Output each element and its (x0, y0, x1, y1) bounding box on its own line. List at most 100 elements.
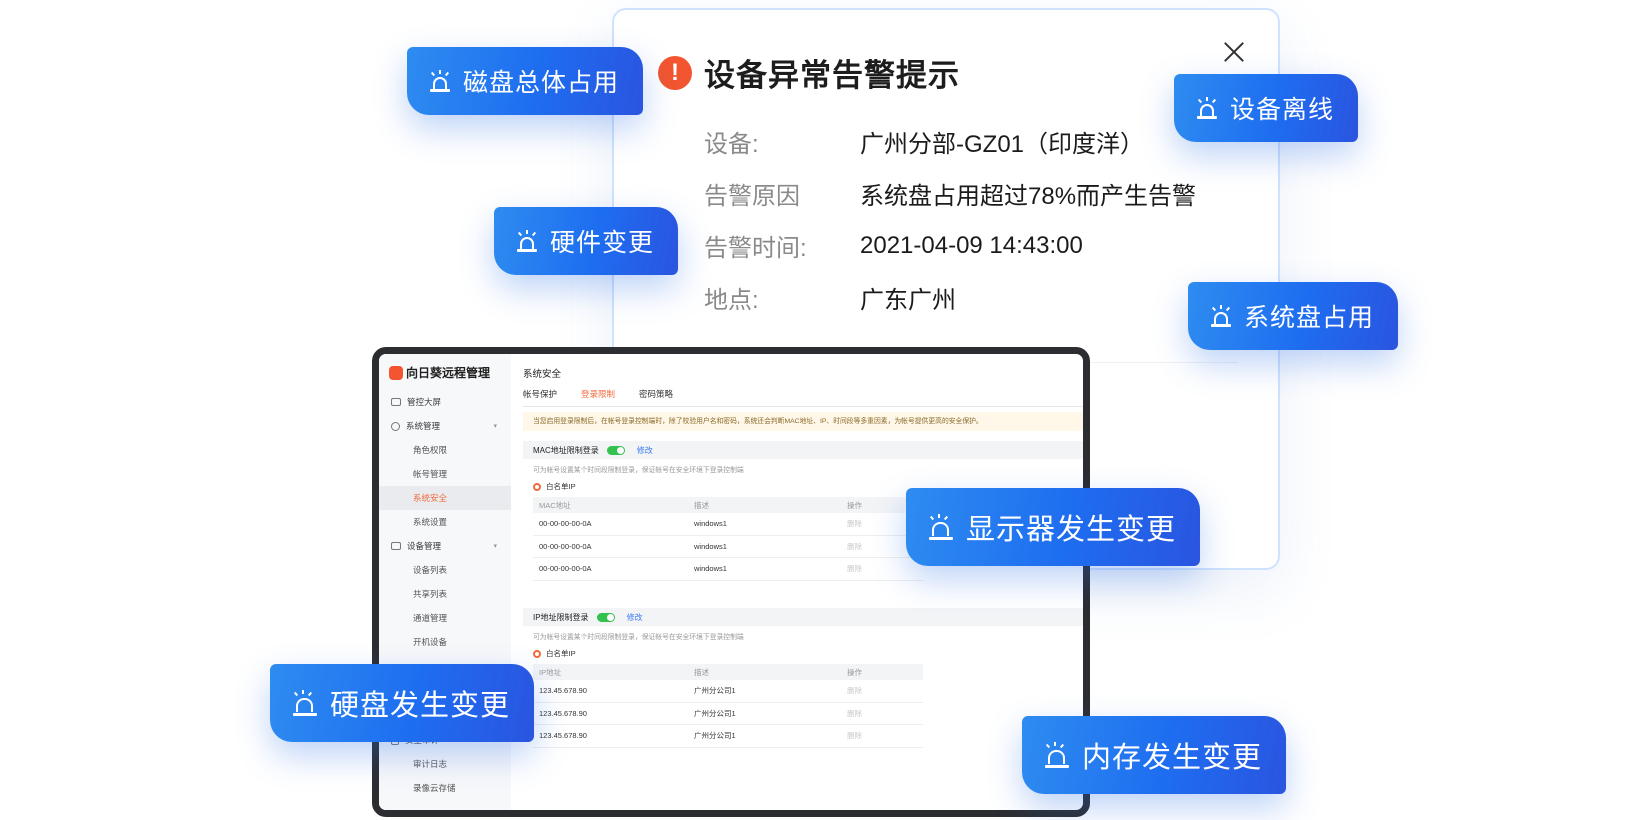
sidebar-item-cloud-recording[interactable]: 录像云存储 (379, 776, 511, 800)
main-content: 系统安全 帐号保护 登录限制 密码策略 当您启用登录限制后，在帐号登录控制端时，… (511, 354, 1083, 810)
sidebar-item-system[interactable]: 系统管理 ▾ (379, 414, 511, 438)
cell-ip: 123.45.678.90 (539, 686, 587, 696)
alarm-light-icon (1044, 742, 1070, 768)
tag-label: 内存发生变更 (1082, 742, 1263, 774)
delete-link[interactable]: 删除 (847, 563, 917, 574)
reason-value: 系统盘占用超过78%而产生告警 (860, 183, 1197, 210)
table-row: 123.45.678.90 广州分公司1 删除 (533, 725, 923, 748)
tag-hardware-change: 硬件变更 (494, 207, 679, 275)
cell-mac: 00-00-00-00-0A (539, 541, 592, 551)
sidebar-item-share-list[interactable]: 共享列表 (379, 582, 511, 606)
ip-section-desc: 可为帐号设置某个时间段限制登录，保证帐号在安全环境下登录控制端 (533, 634, 744, 641)
sidebar-item-label: 录像云存储 (413, 783, 456, 793)
tab-login-restriction[interactable]: 登录限制 (581, 388, 616, 407)
tab-account-protection[interactable]: 帐号保护 (523, 388, 557, 407)
alarm-light-icon (1210, 305, 1232, 327)
table-row: 123.45.678.90 广州分公司1 删除 (533, 703, 923, 725)
computer-icon (391, 542, 401, 550)
mac-edit-link[interactable]: 修改 (637, 445, 653, 456)
laptop-screen: 向日葵远程管理 管控大屏 系统管理 ▾ 角色权限 帐号管理 系统安全 系统设置 设… (372, 347, 1090, 817)
ip-whitelist-option[interactable]: 白名单IP (533, 648, 576, 659)
tabs-divider (523, 406, 1083, 407)
sidebar-item-label: 通道管理 (413, 613, 448, 623)
column-header: IP地址 (539, 667, 562, 677)
tag-label: 设备离线 (1230, 96, 1335, 124)
cell-desc: windows1 (694, 519, 727, 529)
cell-desc: 广州分公司1 (694, 686, 736, 696)
delete-link[interactable]: 删除 (847, 730, 917, 741)
gear-icon (391, 421, 400, 431)
tag-system-disk: 系统盘占用 (1188, 282, 1399, 350)
cell-desc: windows1 (694, 564, 727, 574)
tag-label: 磁盘总体占用 (463, 69, 620, 97)
device-row: 设备: 广州分部-GZ01（印度洋） (704, 124, 1144, 159)
tag-label: 系统盘占用 (1244, 304, 1375, 332)
mac-restriction-toggle[interactable] (606, 445, 625, 455)
mac-whitelist-option[interactable]: 白名单IP (533, 481, 576, 492)
sidebar-item-devices[interactable]: 设备管理 ▾ (379, 534, 511, 558)
table-header: MAC地址 描述 操作 (533, 497, 923, 513)
radio-label: 白名单IP (546, 649, 576, 658)
tab-password-policy[interactable]: 密码策略 (639, 388, 673, 407)
mac-section-header: MAC地址限制登录 修改 (523, 441, 1083, 459)
sidebar-item-label: 帐号管理 (413, 469, 448, 479)
sidebar-item-label: 管控大屏 (407, 397, 442, 407)
ip-edit-link[interactable]: 修改 (627, 612, 643, 623)
chevron-down-icon: ▾ (493, 423, 497, 430)
time-row: 告警时间: 2021-04-09 14:43:00 (704, 228, 1083, 263)
sidebar-item-label: 共享列表 (413, 589, 448, 599)
alarm-light-icon (516, 230, 538, 252)
sidebar-item-boot-devices[interactable]: 开机设备 (379, 630, 511, 654)
table-row: 00-00-00-00-0A windows1 删除 (533, 536, 923, 558)
delete-link[interactable]: 删除 (847, 708, 917, 719)
cell-ip: 123.45.678.90 (539, 731, 587, 741)
time-label: 告警时间: (704, 235, 807, 262)
alarm-light-icon (928, 514, 954, 540)
sidebar-item-label: 开机设备 (413, 637, 448, 647)
radio-icon[interactable] (533, 482, 541, 491)
location-label: 地点: (704, 287, 759, 314)
app-logo: 向日葵远程管理 (389, 364, 490, 381)
tab-bar: 帐号保护 登录限制 密码策略 (523, 388, 697, 407)
cell-desc: 广州分公司1 (694, 731, 736, 741)
sidebar-item-label: 系统管理 (406, 421, 441, 431)
sidebar-nav: 管控大屏 系统管理 ▾ 角色权限 帐号管理 系统安全 系统设置 设备管理 ▾ 设备列… (379, 390, 511, 654)
sidebar-item-label: 角色权限 (413, 445, 448, 455)
alarm-light-icon (429, 70, 451, 92)
ip-section-header: IP地址限制登录 修改 (523, 608, 1083, 626)
sidebar-item-roles[interactable]: 角色权限 (379, 438, 511, 462)
ip-restriction-toggle[interactable] (596, 612, 615, 622)
sidebar-item-audit-log[interactable]: 审计日志 (379, 752, 511, 776)
sidebar-item-label: 审计日志 (413, 759, 448, 769)
sidebar-item-device-list[interactable]: 设备列表 (379, 558, 511, 582)
reason-label: 告警原因 (704, 183, 800, 210)
column-header: 操作 (847, 667, 862, 677)
sidebar-item-channels[interactable]: 通道管理 (379, 606, 511, 630)
sidebar-item-label: 设备管理 (407, 541, 442, 551)
mac-section-desc: 可为帐号设置某个时间段限制登录，保证帐号在安全环境下登录控制端 (533, 467, 744, 474)
time-value: 2021-04-09 14:43:00 (860, 231, 1083, 259)
alert-title: 设备异常告警提示 (704, 58, 960, 93)
location-row: 地点: 广东广州 (704, 280, 956, 315)
device-value: 广州分部-GZ01（印度洋） (860, 131, 1145, 158)
column-header: 描述 (694, 667, 709, 677)
delete-link[interactable]: 删除 (847, 685, 917, 696)
location-value: 广东广州 (860, 287, 956, 314)
tag-label: 显示器发生变更 (966, 514, 1177, 546)
sidebar-item-accounts[interactable]: 帐号管理 (379, 462, 511, 486)
sidebar-item-label: 系统设置 (413, 517, 448, 527)
tag-device-offline: 设备离线 (1174, 74, 1359, 142)
sidebar-item-label: 系统安全 (413, 493, 448, 503)
sidebar-item-security[interactable]: 系统安全 (379, 486, 511, 510)
close-button[interactable] (1220, 38, 1248, 66)
sunflower-logo-icon (389, 365, 403, 380)
radio-label: 白名单IP (546, 482, 576, 491)
table-row: 00-00-00-00-0A windows1 删除 (533, 558, 923, 581)
sidebar-item-settings[interactable]: 系统设置 (379, 510, 511, 534)
ip-table: IP地址 描述 操作 123.45.678.90 广州分公司1 删除 123.4… (533, 664, 923, 748)
ip-section-title: IP地址限制登录 (533, 612, 589, 622)
sidebar-item-dashboard[interactable]: 管控大屏 (379, 390, 511, 414)
cell-desc: 广州分公司1 (694, 708, 736, 718)
radio-icon[interactable] (533, 649, 541, 658)
monitor-icon (391, 398, 401, 406)
